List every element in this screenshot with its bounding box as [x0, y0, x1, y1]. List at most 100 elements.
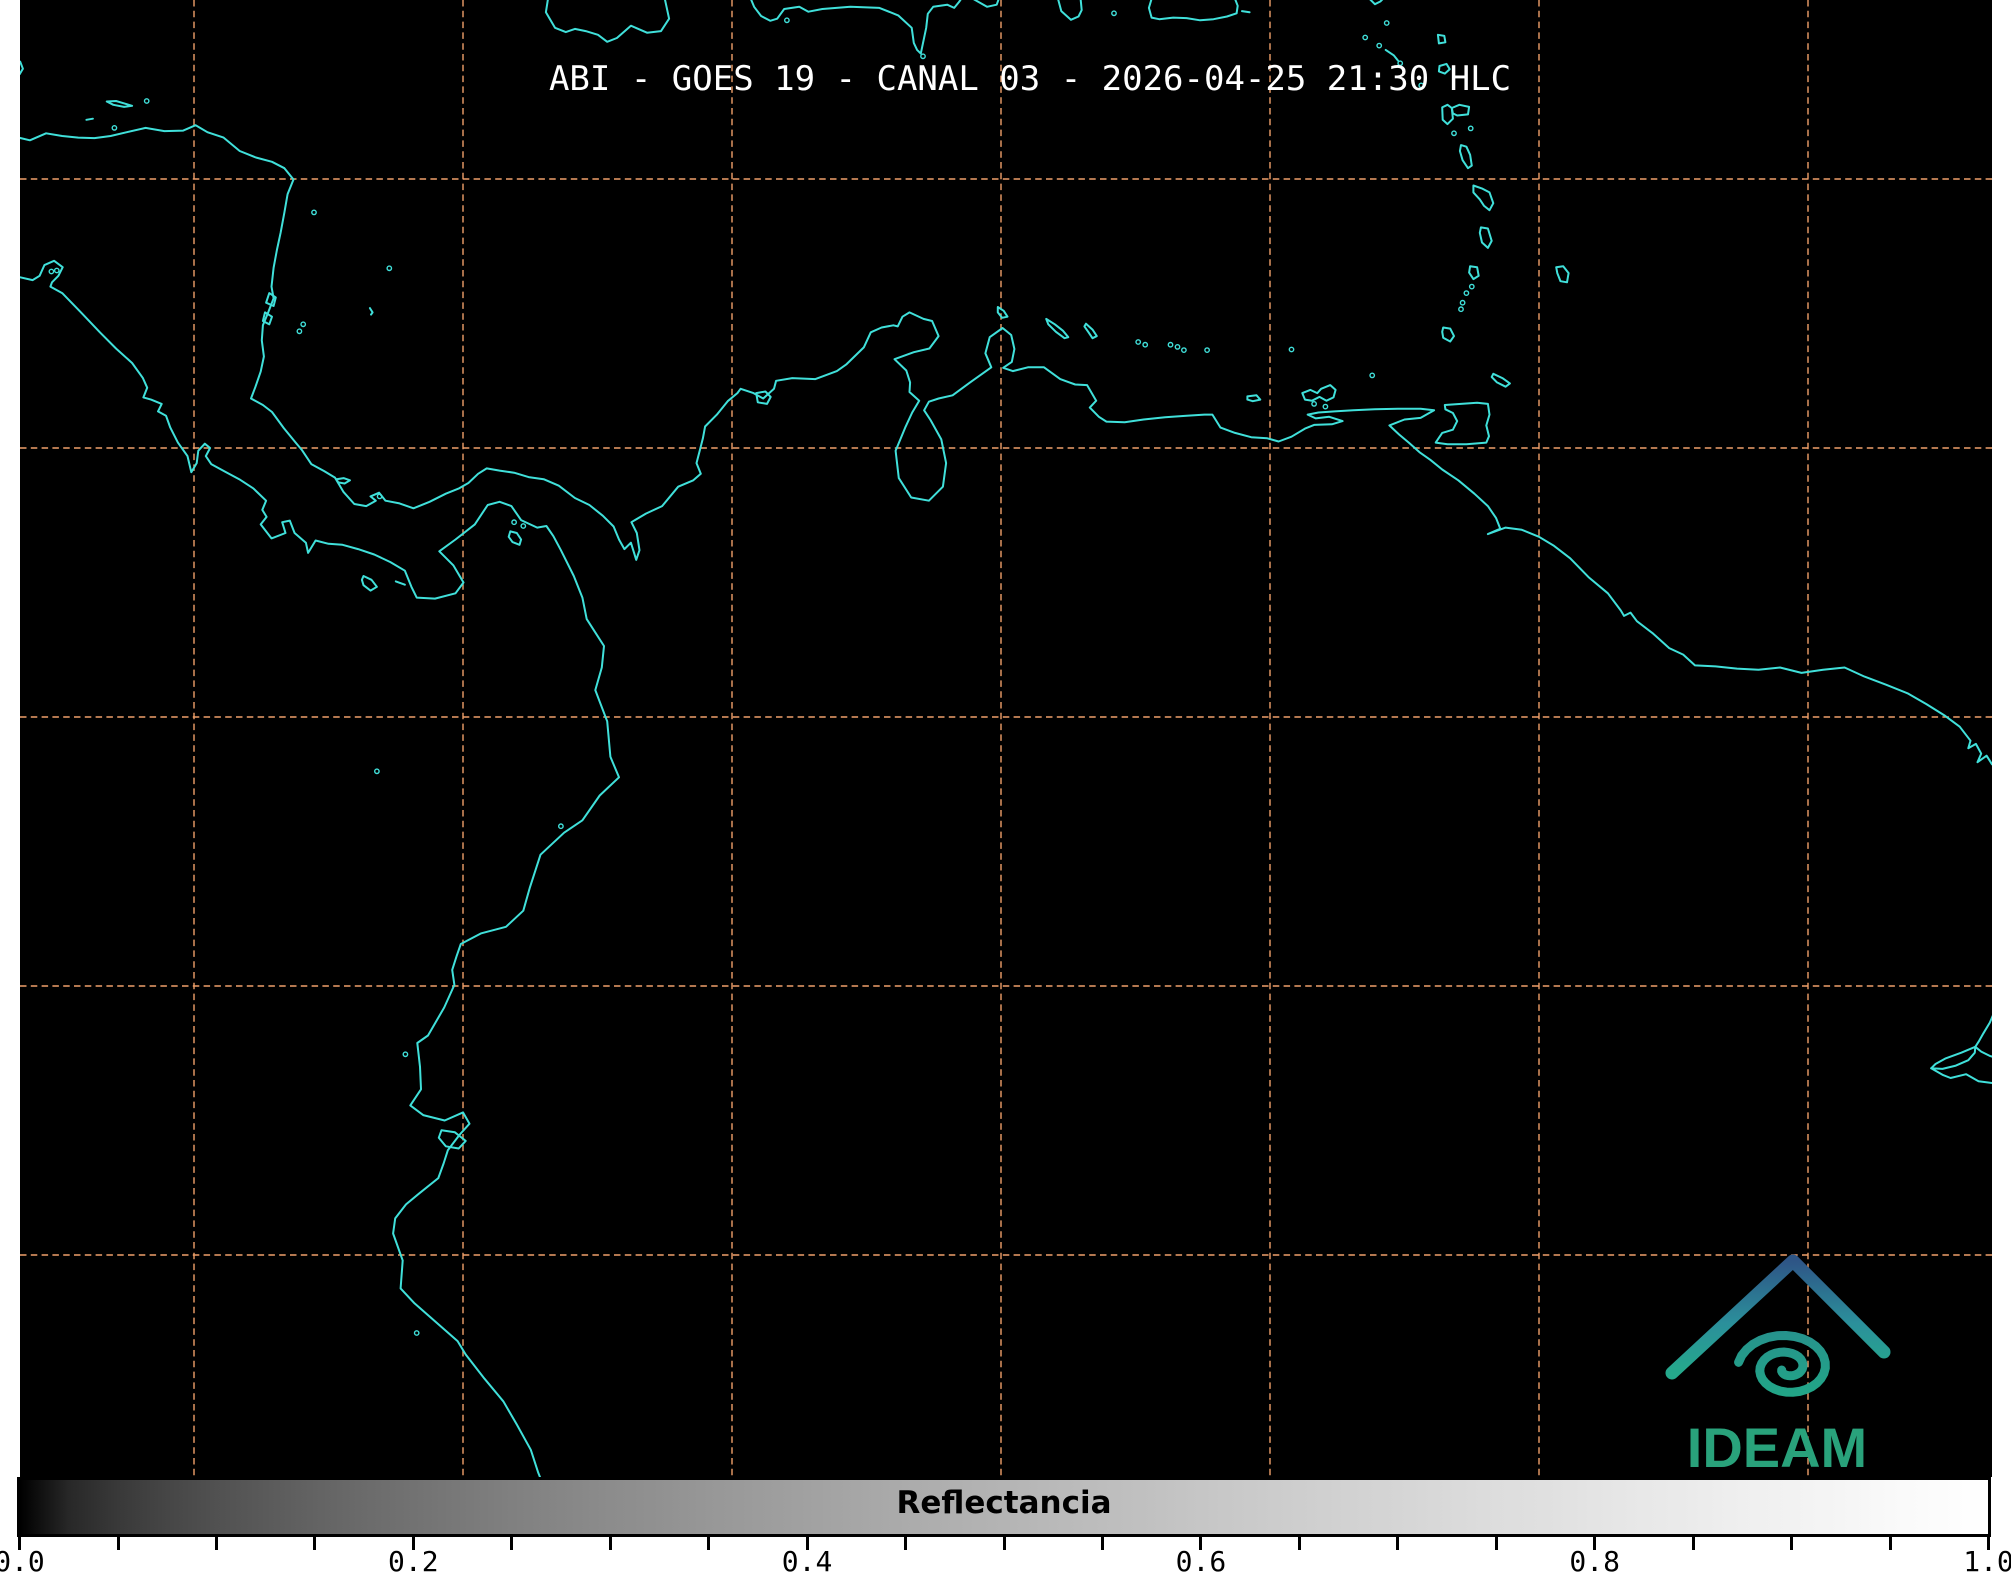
- island-providencia: [387, 266, 391, 270]
- map-svg: IDEAM: [0, 0, 2011, 1577]
- coast-vieques: [1242, 11, 1250, 12]
- coast-hispaniola-southwest: [751, 0, 961, 54]
- island-grenadines-3: [1460, 301, 1464, 305]
- coast-amazon-branch: [1975, 1047, 1999, 1059]
- island-grenadines-4: [1459, 307, 1463, 311]
- island-los-roques-2: [1175, 345, 1179, 349]
- island-corn-island: [297, 329, 301, 333]
- island-les-saintes: [1452, 131, 1456, 135]
- colorbar-tick: [215, 1537, 218, 1550]
- colorbar-tick-label: 1.0: [1963, 1548, 2011, 1576]
- colorbar-tick: [313, 1537, 316, 1550]
- island-pearl-islands-dot1: [512, 520, 516, 524]
- colorbar-tick-label: 0.2: [388, 1548, 439, 1576]
- island-st-barth: [1385, 21, 1389, 25]
- island-los-roques-3: [1182, 348, 1186, 352]
- island-little-corn: [301, 322, 305, 326]
- coast-pearl-lagoon: [266, 293, 276, 306]
- coast-bonaire: [1084, 324, 1096, 339]
- coast-margarita: [1302, 385, 1335, 401]
- coast-cebaco: [396, 581, 405, 584]
- logo-spiral-icon: [1739, 1336, 1826, 1393]
- coast-guadeloupe-east: [1452, 105, 1469, 116]
- ideam-logo: IDEAM: [1672, 1261, 1884, 1479]
- island-cubagua: [1312, 402, 1316, 406]
- coast-barbuda: [1438, 35, 1446, 44]
- island-fonseca-island-2: [55, 268, 59, 272]
- colorbar-tick: [510, 1537, 513, 1550]
- colorbar-tick: [117, 1537, 120, 1550]
- colorbar-tick: [707, 1537, 710, 1550]
- coast-aruba: [998, 307, 1008, 318]
- island-cayos-cochinos: [112, 126, 116, 130]
- colorbar-label: Reflectancia: [896, 1488, 1111, 1519]
- colorbar-tick: [609, 1537, 612, 1550]
- coastlines: [19, 0, 2011, 1478]
- island-la-orchila: [1205, 348, 1209, 352]
- coast-la-tortuga: [1247, 395, 1260, 401]
- colorbar-tick: [1495, 1537, 1498, 1550]
- island-los-testigos: [1370, 373, 1374, 377]
- colorbar-tick: [1298, 1537, 1301, 1550]
- map-title: ABI - GOES 19 - CANAL 03 - 2026-04-25 21…: [549, 59, 1511, 99]
- coast-amazon-island: [1931, 1047, 1975, 1069]
- colorbar-tick: [1003, 1537, 1006, 1550]
- coast-trinidad: [1436, 403, 1490, 444]
- colorbar-tick-label: 0.6: [1176, 1548, 1227, 1576]
- colorbar-tick: [1396, 1537, 1399, 1550]
- island-la-blanquilla: [1289, 347, 1293, 351]
- coast-st-martin-fragment: [1370, 0, 1384, 4]
- coast-belize-fragment: [20, 62, 23, 74]
- island-las-aves-2: [1143, 343, 1147, 347]
- colorbar-tick-label: 0.8: [1569, 1548, 1620, 1576]
- island-coche: [1323, 404, 1327, 408]
- colorbar-tick: [1889, 1537, 1892, 1550]
- coast-san-andres: [370, 308, 373, 315]
- coast-martinique: [1473, 186, 1493, 211]
- coast-barbados: [1556, 266, 1568, 282]
- coast-dominica: [1460, 145, 1472, 168]
- coast-st-vincent: [1469, 266, 1479, 279]
- colorbar-tick: [1790, 1537, 1793, 1550]
- colorbar-tick-label: 0.0: [0, 1548, 45, 1576]
- coast-jamaica: [546, 0, 669, 42]
- coast-bocas-islands: [337, 478, 350, 483]
- coast-amazon-south-bank: [1931, 1068, 2011, 1086]
- colorbar-tick: [904, 1537, 907, 1550]
- island-malpelo: [375, 769, 379, 773]
- coast-utila: [86, 119, 93, 120]
- island-escudo-veraguas: [377, 494, 381, 498]
- island-lobos-de-tierra: [415, 1331, 419, 1335]
- island-beata: [921, 54, 925, 58]
- coast-coiba: [362, 576, 377, 591]
- logo-text: IDEAM: [1687, 1416, 1867, 1479]
- coast-saona-fragment: [1058, 0, 1082, 20]
- coast-hispaniola-south-center: [973, 0, 999, 7]
- coast-pearl-islands: [509, 531, 521, 544]
- island-la-plata: [403, 1052, 407, 1056]
- island-guanaja: [145, 99, 149, 103]
- coast-grenada: [1442, 328, 1454, 342]
- colorbar-tick: [1692, 1537, 1695, 1550]
- coast-curacao: [1046, 319, 1068, 338]
- coast-puerto-rico-south: [1149, 0, 1238, 20]
- coast-st-lucia: [1480, 227, 1492, 248]
- island-las-aves-1: [1136, 340, 1140, 344]
- coast-tobago: [1492, 374, 1510, 387]
- graticule: [20, 0, 1992, 1477]
- coast-amazon-north-bank: [1975, 999, 1999, 1046]
- island-saba: [1363, 35, 1367, 39]
- island-fonseca-island-1: [49, 269, 53, 273]
- island-mona: [1112, 11, 1116, 15]
- island-miskito-cay: [312, 210, 316, 214]
- coast-pacific-mainland: [19, 261, 619, 1479]
- island-grenadines-1: [1470, 284, 1474, 288]
- colorbar-tick-label: 0.4: [782, 1548, 833, 1576]
- island-ile-a-vache: [785, 18, 789, 22]
- coast-bluefields-lagoon: [263, 312, 272, 324]
- island-los-roques-1: [1168, 343, 1172, 347]
- island-grenadines-2: [1464, 291, 1468, 295]
- island-pearl-islands-dot2: [521, 524, 525, 528]
- colorbar-tick: [1101, 1537, 1104, 1550]
- coast-caribbean-mainland: [19, 125, 1998, 764]
